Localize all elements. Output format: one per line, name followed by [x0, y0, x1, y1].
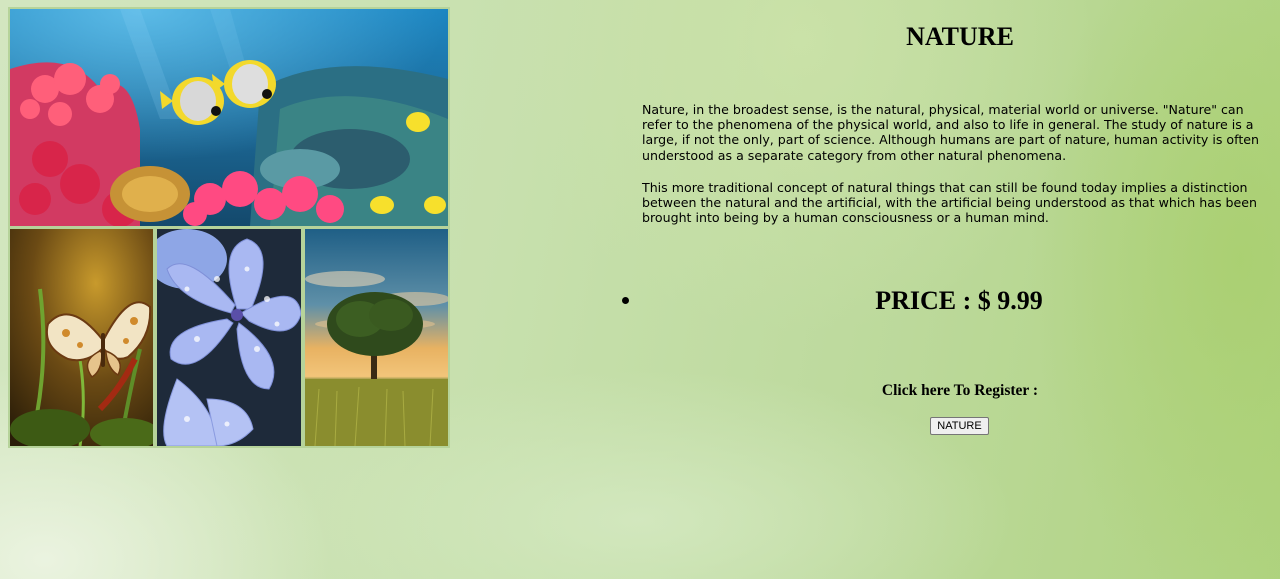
register-button[interactable]: NATURE: [930, 417, 989, 435]
register-label: Click here To Register :: [881, 382, 1039, 399]
butterfly-photo: [10, 229, 153, 446]
page-title: NATURE: [906, 22, 1014, 51]
bullet-icon: [622, 297, 629, 304]
nature-collage: [8, 7, 450, 448]
price-heading: PRICE : $ 9.99: [875, 286, 1043, 315]
lone-tree-photo: [305, 229, 448, 446]
nature-concept-paragraph: This more traditional concept of natural…: [642, 180, 1258, 226]
nature-description-paragraph: Nature, in the broadest sense, is the na…: [642, 102, 1259, 163]
blue-flower-photo: [157, 229, 301, 446]
coral-reef-photo: [10, 9, 448, 226]
